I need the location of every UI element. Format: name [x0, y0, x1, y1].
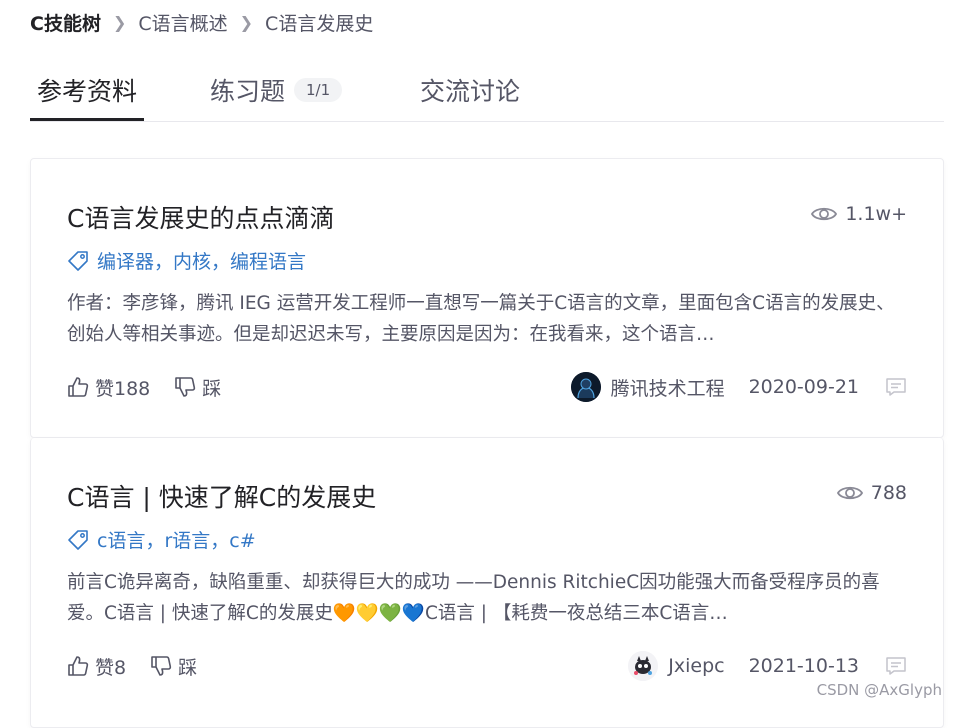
tab-exercises-label: 练习题: [210, 77, 286, 106]
tab-discussion-label: 交流讨论: [420, 77, 521, 106]
article-footer: 赞188 踩 腾讯技术工程 2020-09-21: [67, 371, 907, 403]
breadcrumb-level3[interactable]: C语言发展史: [265, 9, 373, 36]
eye-icon: [836, 486, 863, 500]
article-summary: 作者：李彦锋，腾讯 IEG 运营开发工程师一直想写一篇关于C语言的文章，里面包含…: [67, 293, 895, 345]
view-count-value: 1.1w+: [845, 203, 907, 225]
tag-icon: [68, 529, 88, 550]
like-button[interactable]: 赞8: [67, 653, 126, 680]
dislike-button[interactable]: 踩: [174, 374, 221, 401]
like-count: 赞8: [95, 656, 127, 679]
chevron-right-icon: ❯: [239, 12, 254, 32]
article-summary: 前言C诡异离奇，缺陷重重、却获得巨大的成功 ——Dennis RitchieC因…: [67, 572, 880, 624]
author-name: 腾讯技术工程: [610, 377, 725, 400]
view-count: 1.1w+: [811, 203, 907, 225]
tab-discussion[interactable]: 交流讨论: [420, 66, 520, 120]
author[interactable]: 腾讯技术工程: [570, 372, 725, 402]
tab-references-label: 参考资料: [36, 77, 137, 106]
thumbs-down-icon: [151, 656, 172, 676]
article-card[interactable]: C语言发展史的点点滴滴 1.1w+ 编译器，内核，编程语言 作者：李彦锋，腾讯 …: [30, 158, 944, 438]
comment-icon[interactable]: [885, 376, 907, 398]
tab-references[interactable]: 参考资料: [30, 66, 144, 121]
thumbs-up-icon: [68, 656, 89, 676]
tab-bar: 参考资料 练习题 1/1 交流讨论: [30, 66, 944, 122]
breadcrumb: C技能树 ❯ C语言概述 ❯ C语言发展史: [30, 8, 373, 36]
watermark: CSDN @AxGlyph: [816, 681, 942, 699]
exercise-count-badge: 1/1: [294, 78, 343, 102]
breadcrumb-level2[interactable]: C语言概述: [138, 9, 227, 36]
like-count: 赞188: [95, 377, 151, 400]
article-tags-text[interactable]: c语言，r语言，c#: [97, 526, 256, 553]
view-count: 788: [836, 482, 907, 504]
dislike-label: 踩: [202, 377, 222, 400]
comment-icon[interactable]: [885, 655, 907, 677]
article-tags: c语言，r语言，c#: [67, 526, 256, 553]
publish-date: 2020-09-21: [748, 376, 859, 398]
avatar-image: [570, 372, 601, 402]
tag-icon: [68, 250, 88, 271]
thumbs-down-icon: [175, 377, 196, 397]
tab-exercises[interactable]: 练习题 1/1: [210, 66, 343, 120]
author-name: Jxiepc: [668, 655, 725, 677]
avatar[interactable]: [628, 651, 659, 681]
article-title[interactable]: C语言发展史的点点滴滴: [67, 199, 334, 235]
article-tags: 编译器，内核，编程语言: [67, 247, 306, 274]
author[interactable]: Jxiepc: [628, 651, 725, 681]
avatar[interactable]: [570, 372, 601, 402]
article-tags-text[interactable]: 编译器，内核，编程语言: [97, 247, 306, 274]
chevron-right-icon: ❯: [112, 12, 127, 32]
eye-icon: [811, 207, 838, 221]
thumbs-up-icon: [68, 377, 89, 397]
view-count-value: 788: [870, 482, 907, 504]
publish-date: 2021-10-13: [748, 655, 859, 677]
article-footer: 赞8 踩 Jxiepc 2021-10-13: [67, 650, 907, 682]
dislike-label: 踩: [178, 656, 198, 679]
article-card[interactable]: C语言 | 快速了解C的发展史 788 c语言，r语言，c# 前言C诡异离奇，缺…: [30, 438, 944, 728]
dislike-button[interactable]: 踩: [150, 653, 197, 680]
article-title[interactable]: C语言 | 快速了解C的发展史: [67, 478, 376, 514]
breadcrumb-root[interactable]: C技能树: [30, 9, 101, 36]
like-button[interactable]: 赞188: [67, 374, 150, 401]
avatar-image: [628, 651, 659, 681]
